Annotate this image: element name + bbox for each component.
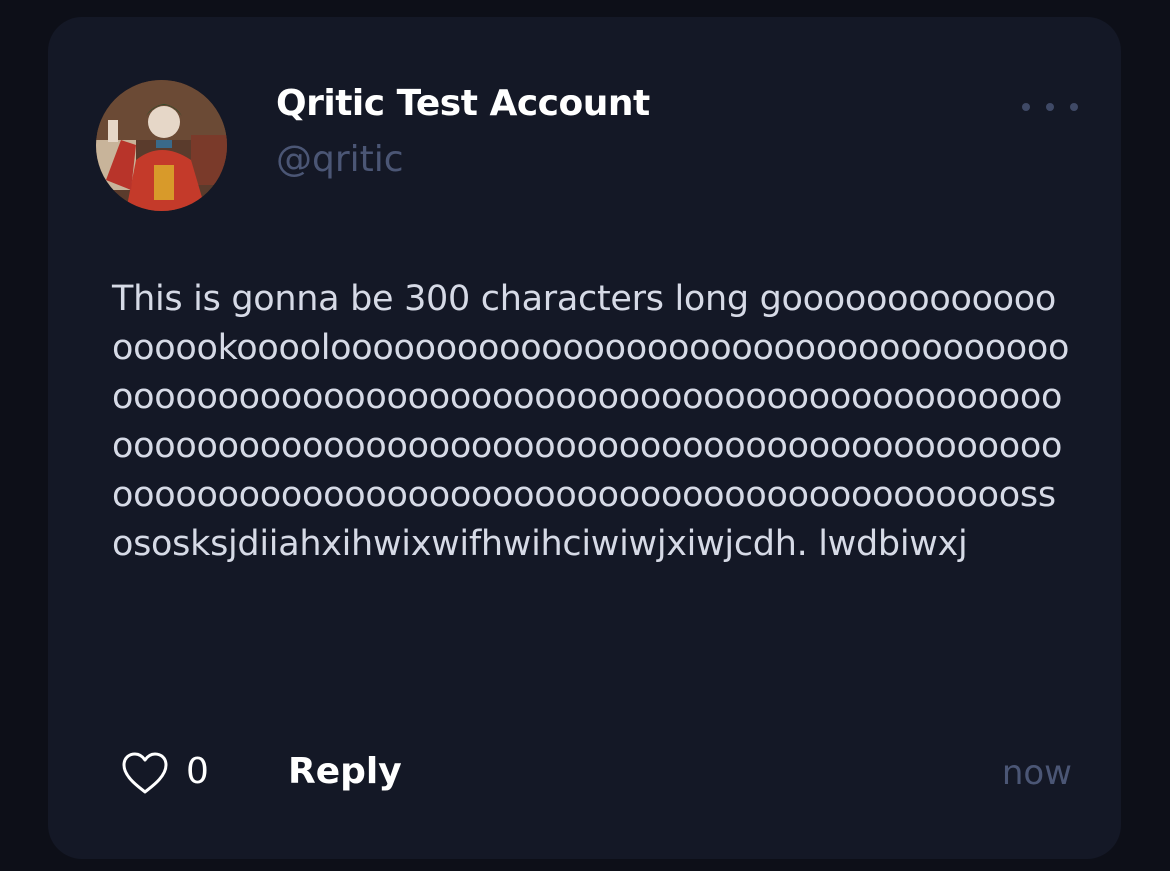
more-options-button[interactable] (1022, 97, 1078, 117)
post-timestamp: now (1001, 753, 1072, 793)
like-count: 0 (186, 751, 209, 792)
post-text: This is gonna be 300 characters long goo… (112, 279, 1070, 564)
display-name[interactable]: Qritic Test Account (276, 83, 650, 124)
more-horizontal-icon (1046, 103, 1054, 111)
more-horizontal-icon (1022, 103, 1030, 111)
post-card: Qritic Test Account @qritic This is gonn… (48, 17, 1121, 859)
user-handle[interactable]: @qritic (276, 139, 404, 180)
avatar-image (96, 80, 227, 211)
like-button[interactable] (120, 751, 170, 795)
avatar[interactable] (96, 80, 227, 211)
reply-button[interactable]: Reply (288, 751, 402, 792)
post-footer: 0 Reply now (112, 747, 1072, 797)
more-horizontal-icon (1070, 103, 1078, 111)
heart-outline-icon (122, 752, 168, 794)
